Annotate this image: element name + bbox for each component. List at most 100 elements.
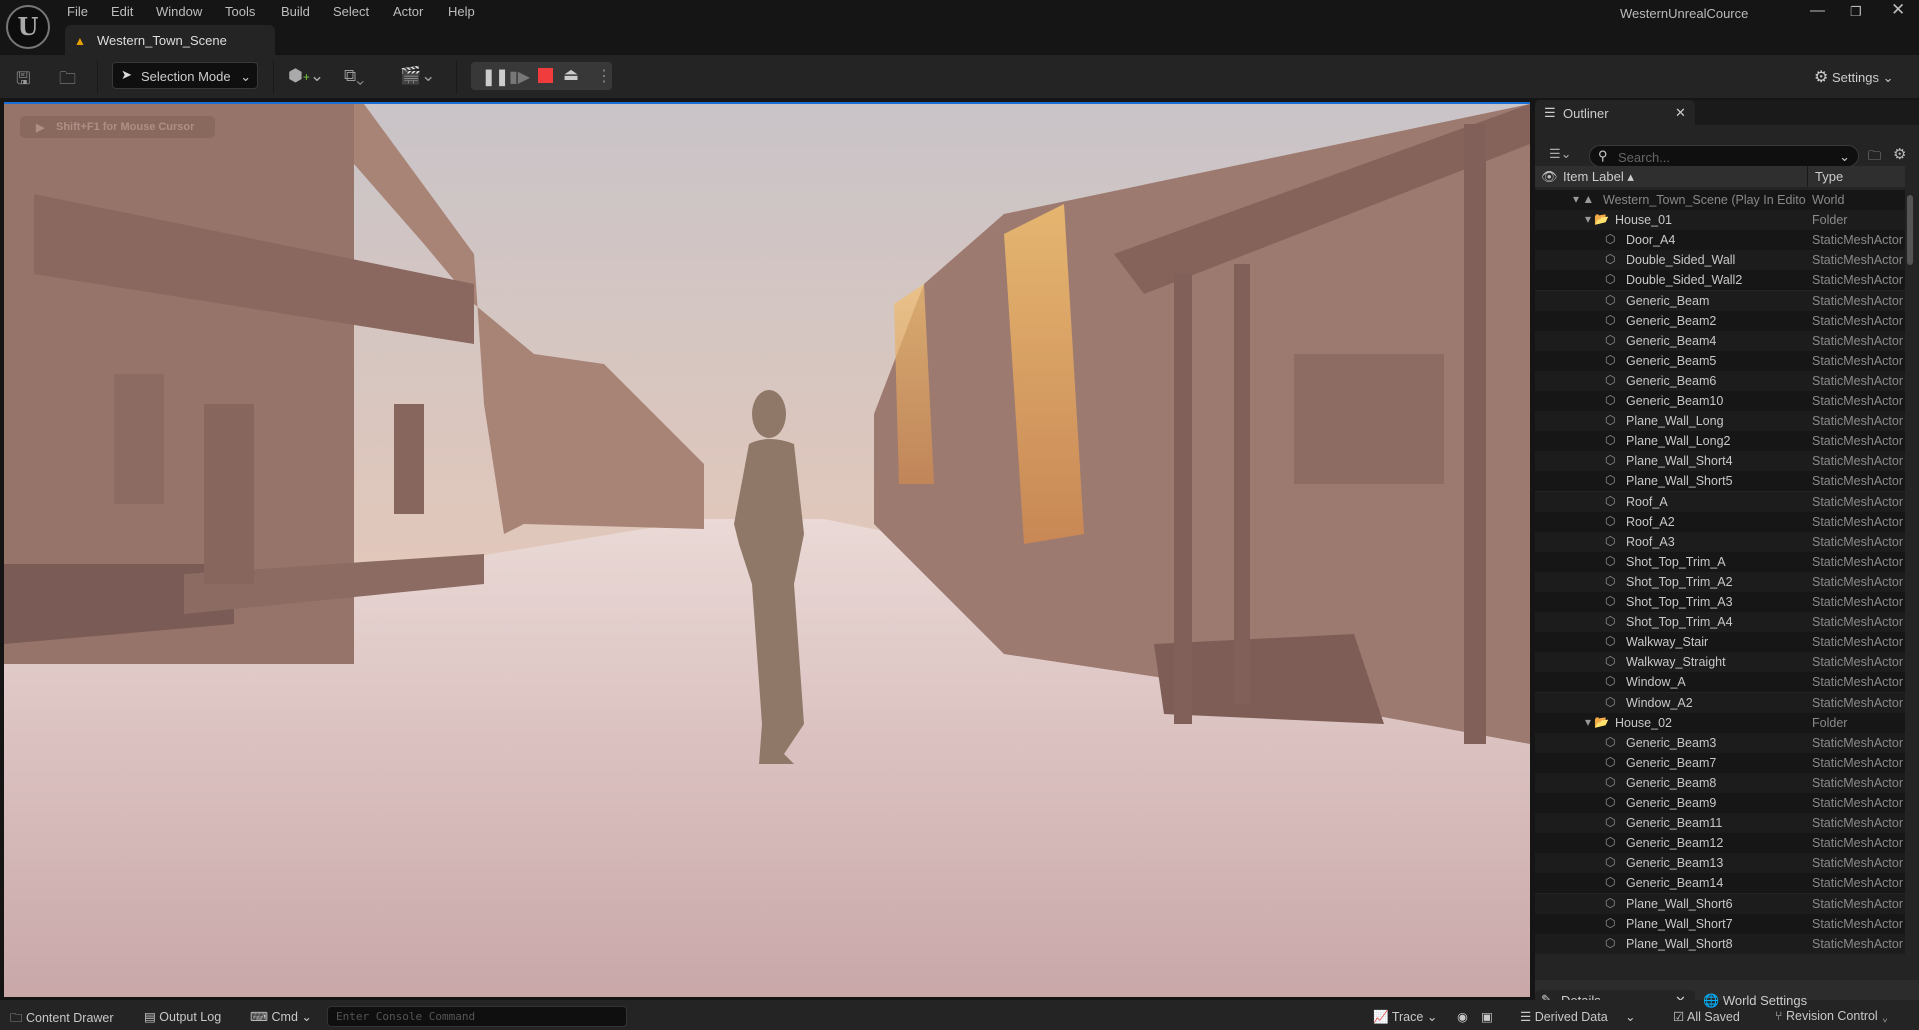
menu-build[interactable]: Build <box>281 4 310 19</box>
outliner-row[interactable]: ⬡ Plane_Wall_Long2 StaticMeshActor <box>1535 431 1905 452</box>
outliner-row[interactable]: ⬡ Shot_Top_Trim_A2 StaticMeshActor <box>1535 571 1905 592</box>
row-label: Plane_Wall_Short7 <box>1626 916 1733 931</box>
outliner-row[interactable]: ⬡ Plane_Wall_Short4 StaticMeshActor <box>1535 451 1905 472</box>
row-type: StaticMeshActor <box>1812 615 1904 630</box>
column-divider[interactable] <box>1807 166 1808 187</box>
blueprint-icon[interactable]: ⧉⌄ <box>344 66 364 86</box>
close-tab-icon[interactable]: ✕ <box>1675 105 1686 121</box>
toolbar-divider <box>273 60 274 94</box>
minimize-icon[interactable]: — <box>1810 2 1825 19</box>
outliner-row[interactable]: ⬡ Plane_Wall_Short6 StaticMeshActor <box>1535 893 1905 914</box>
outliner-row[interactable]: ⬡ Double_Sided_Wall2 StaticMeshActor <box>1535 270 1905 291</box>
outliner-row[interactable]: ⬡ Generic_Beam8 StaticMeshActor <box>1535 772 1905 793</box>
row-label: Shot_Top_Trim_A4 <box>1626 615 1733 630</box>
outliner-row[interactable]: ⬡ Window_A StaticMeshActor <box>1535 672 1905 693</box>
outliner-row[interactable]: ⬡ Generic_Beam StaticMeshActor <box>1535 290 1905 311</box>
outliner-row[interactable]: ⬡ Generic_Beam12 StaticMeshActor <box>1535 833 1905 854</box>
outliner-folder-row[interactable]: ▾ 📂 House_02 Folder <box>1535 712 1905 733</box>
row-label: Plane_Wall_Long <box>1626 414 1724 429</box>
outliner-row[interactable]: ⬡ Walkway_Stair StaticMeshActor <box>1535 632 1905 653</box>
selection-mode-dropdown[interactable]: ➤ Selection Mode ⌄ <box>112 62 258 89</box>
menu-select[interactable]: Select <box>333 4 369 19</box>
gear-icon[interactable]: ⚙ <box>1893 145 1906 163</box>
cinematics-icon[interactable]: 🎬⌄ <box>400 66 435 86</box>
outliner-row[interactable]: ⬡ Generic_Beam5 StaticMeshActor <box>1535 350 1905 371</box>
static-mesh-icon: ⬡ <box>1605 774 1616 789</box>
unreal-logo-icon[interactable]: U <box>6 5 50 49</box>
outliner-row[interactable]: ⬡ Roof_A StaticMeshActor <box>1535 491 1905 512</box>
all-saved-button[interactable]: ☑ All Saved <box>1673 1009 1740 1024</box>
derived-data-dropdown[interactable]: ☰ Derived Data ⌄ <box>1520 1009 1636 1024</box>
outliner-scrollbar[interactable] <box>1907 195 1913 265</box>
outliner-row[interactable]: ⬡ Generic_Beam6 StaticMeshActor <box>1535 370 1905 391</box>
outliner-row[interactable]: ⬡ Generic_Beam11 StaticMeshActor <box>1535 813 1905 834</box>
outliner-row[interactable]: ⬡ Door_A4 StaticMeshActor <box>1535 230 1905 251</box>
outliner-row[interactable]: ⬡ Generic_Beam13 StaticMeshActor <box>1535 853 1905 874</box>
outliner-row[interactable]: ⬡ Shot_Top_Trim_A3 StaticMeshActor <box>1535 592 1905 612</box>
record-icon[interactable]: ◉ <box>1457 1009 1468 1024</box>
more-options-icon[interactable]: ⋮ <box>596 66 612 86</box>
filter-icon[interactable]: ☰⌄ <box>1549 146 1572 162</box>
outliner-row[interactable]: ⬡ Plane_Wall_Short7 StaticMeshActor <box>1535 913 1905 934</box>
column-item-label[interactable]: Item Label ▴ <box>1563 169 1634 185</box>
menu-window[interactable]: Window <box>156 4 202 19</box>
browse-content-icon[interactable]: 🗀 <box>59 66 76 95</box>
content-drawer-button[interactable]: 🗀 Content Drawer <box>10 1009 114 1030</box>
row-type: StaticMeshActor <box>1812 816 1904 831</box>
row-type: StaticMeshActor <box>1812 936 1904 951</box>
cmd-dropdown[interactable]: ⌨ Cmd ⌄ <box>250 1009 312 1024</box>
static-mesh-icon: ⬡ <box>1605 312 1616 327</box>
screenshot-icon[interactable]: ▣ <box>1481 1009 1493 1024</box>
cursor-icon: ▶ <box>36 122 45 134</box>
save-icon[interactable]: 🖫 <box>16 66 30 95</box>
outliner-row[interactable]: ⬡ Generic_Beam10 StaticMeshActor <box>1535 391 1905 411</box>
menu-tools[interactable]: Tools <box>225 4 255 19</box>
world-settings-tab[interactable]: 🌐 World Settings <box>1703 993 1807 1009</box>
eject-icon[interactable]: ⏏ <box>563 65 579 85</box>
static-mesh-icon: ⬡ <box>1605 232 1616 247</box>
console-command-input[interactable]: Enter Console Command <box>327 1006 627 1027</box>
world-icon: ▾ ▲ <box>1573 192 1595 206</box>
output-log-button[interactable]: ▤ Output Log <box>144 1009 221 1024</box>
search-icon: ⚲ <box>1598 148 1608 163</box>
outliner-row[interactable]: ⬡ Generic_Beam9 StaticMeshActor <box>1535 793 1905 813</box>
outliner-row[interactable]: ⬡ Roof_A3 StaticMeshActor <box>1535 531 1905 552</box>
settings-button[interactable]: ⚙ Settings ⌄ <box>1814 67 1893 87</box>
outliner-row[interactable]: ⬡ Generic_Beam3 StaticMeshActor <box>1535 732 1905 753</box>
level-viewport[interactable]: ▶ Shift+F1 for Mouse Cursor <box>4 102 1530 997</box>
menu-actor[interactable]: Actor <box>393 4 423 19</box>
outliner-row[interactable]: ⬡ Double_Sided_Wall StaticMeshActor <box>1535 250 1905 271</box>
outliner-row[interactable]: ⬡ Window_A2 StaticMeshActor <box>1535 692 1905 713</box>
outliner-row[interactable]: ⬡ Generic_Beam7 StaticMeshActor <box>1535 752 1905 773</box>
outliner-row[interactable]: ⬡ Shot_Top_Trim_A4 StaticMeshActor <box>1535 612 1905 633</box>
outliner-world-row[interactable]: ▾ ▲ Western_Town_Scene (Play In Edito Worl… <box>1535 190 1905 210</box>
restore-icon[interactable]: ❐ <box>1850 4 1862 20</box>
outliner-search-input[interactable]: ⚲ Search... ⌄ <box>1589 145 1859 167</box>
outliner-folder-row[interactable]: ▾ 📂 House_01 Folder <box>1535 210 1905 231</box>
sort-ascending-icon: ▴ <box>1627 169 1634 184</box>
outliner-row[interactable]: ⬡ Generic_Beam2 StaticMeshActor <box>1535 310 1905 331</box>
menu-edit[interactable]: Edit <box>111 4 133 19</box>
row-type: StaticMeshActor <box>1812 293 1904 308</box>
menu-help[interactable]: Help <box>448 4 475 19</box>
step-frame-icon[interactable]: ▮▶ <box>509 67 530 87</box>
add-actor-icon[interactable]: ⬢+⌄ <box>288 66 324 86</box>
outliner-row[interactable]: ⬡ Plane_Wall_Short8 StaticMeshActor <box>1535 933 1905 954</box>
outliner-row[interactable]: ⬡ Generic_Beam14 StaticMeshActor <box>1535 873 1905 894</box>
outliner-row[interactable]: ⬡ Walkway_Straight StaticMeshActor <box>1535 652 1905 673</box>
outliner-row[interactable]: ⬡ Shot_Top_Trim_A StaticMeshActor <box>1535 551 1905 572</box>
outliner-row[interactable]: ⬡ Roof_A2 StaticMeshActor <box>1535 511 1905 532</box>
column-type[interactable]: Type <box>1815 169 1843 184</box>
outliner-row[interactable]: ⬡ Generic_Beam4 StaticMeshActor <box>1535 330 1905 351</box>
close-window-icon[interactable]: ✕ <box>1891 0 1905 20</box>
stop-icon[interactable] <box>538 68 553 83</box>
outliner-row[interactable]: ⬡ Plane_Wall_Long StaticMeshActor <box>1535 411 1905 432</box>
trace-dropdown[interactable]: 📈 Trace ⌄ <box>1373 1009 1437 1025</box>
visibility-icon[interactable]: 👁 <box>1541 169 1558 185</box>
menu-file[interactable]: File <box>67 4 88 19</box>
document-tab[interactable]: ▲ Western_Town_Scene <box>65 25 275 55</box>
pause-icon[interactable]: ❚❚ <box>482 67 509 87</box>
outliner-row[interactable]: ⬡ Plane_Wall_Short5 StaticMeshActor <box>1535 471 1905 492</box>
outliner-tab[interactable]: ☰ Outliner ✕ <box>1535 100 1695 125</box>
revision-control-dropdown[interactable]: ⑂ Revision Control ⌄ <box>1775 1009 1889 1023</box>
